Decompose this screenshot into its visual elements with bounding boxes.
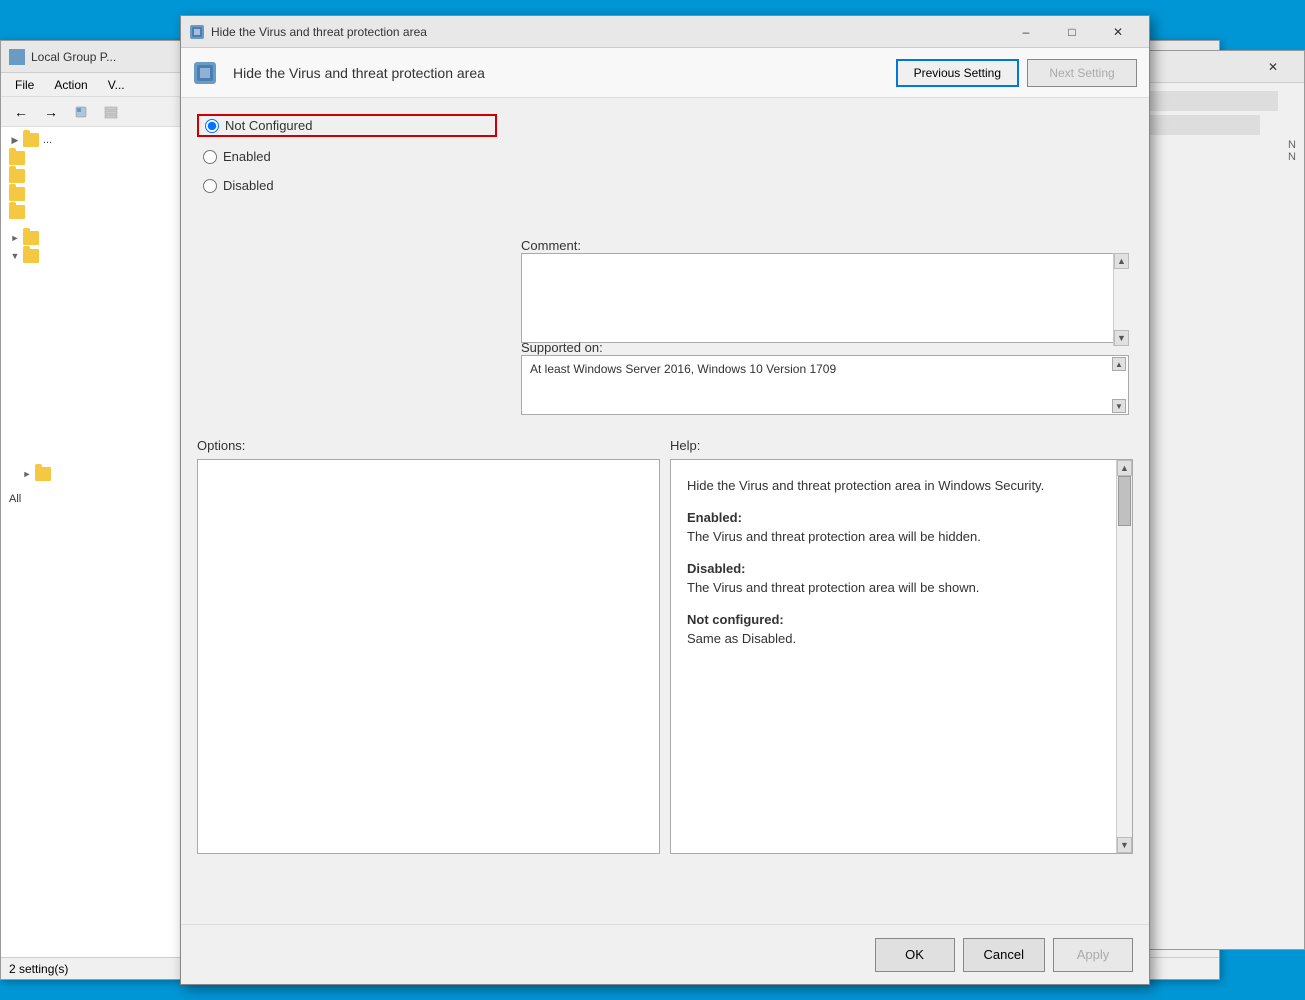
tree-item-8[interactable]: ►	[5, 465, 176, 483]
tree-item-5[interactable]	[5, 203, 176, 221]
help-content: Hide the Virus and threat protection are…	[670, 459, 1133, 854]
tree-item-9[interactable]: All	[5, 491, 176, 507]
dialog-titlebar: Hide the Virus and threat protection are…	[181, 16, 1149, 48]
help-scrollbar: ▲ ▼	[1116, 460, 1132, 853]
dialog-title: Hide the Virus and threat protection are…	[211, 25, 1003, 39]
dialog-maximize-button[interactable]: □	[1049, 18, 1095, 46]
tree-item-6[interactable]: ►	[5, 229, 176, 247]
not-configured-label: Not Configured	[225, 118, 312, 133]
supported-label: Supported on:	[521, 340, 603, 355]
next-setting-button: Next Setting	[1027, 59, 1137, 87]
comment-scroll-up[interactable]: ▲	[1114, 253, 1129, 269]
supported-box: At least Windows Server 2016, Windows 10…	[521, 355, 1129, 415]
not-configured-option[interactable]: Not Configured	[197, 114, 497, 137]
options-content	[197, 459, 660, 854]
tree-item-3[interactable]	[5, 167, 176, 185]
tree-item-4[interactable]	[5, 185, 176, 203]
help-line6: Not configured:	[687, 612, 784, 627]
dialog-minimize-button[interactable]: –	[1003, 18, 1049, 46]
dialog-close-button[interactable]: ✕	[1095, 18, 1141, 46]
help-scroll-track[interactable]	[1117, 476, 1132, 837]
bg-window-icon	[9, 49, 25, 65]
help-line7: Same as Disabled.	[687, 631, 796, 646]
options-help-section: Options: Help: Hide the Virus and threat…	[197, 438, 1133, 854]
radio-section: Not Configured Enabled Disabled	[197, 114, 497, 195]
toolbar-up-button[interactable]	[67, 99, 95, 125]
prev-setting-button[interactable]: Previous Setting	[896, 59, 1019, 87]
supported-scroll-up[interactable]: ▲	[1112, 357, 1126, 371]
ok-button[interactable]: OK	[875, 938, 955, 972]
supported-value: At least Windows Server 2016, Windows 10…	[530, 362, 1120, 376]
comment-label: Comment:	[521, 238, 581, 253]
help-line1: Hide the Virus and threat protection are…	[687, 478, 1044, 493]
folder-icon-6	[23, 231, 39, 245]
expand-icon-7: ▼	[9, 250, 21, 262]
dialog-footer: OK Cancel Apply	[181, 924, 1149, 984]
bg2-close-button[interactable]: ✕	[1250, 53, 1296, 81]
dialog-header-title: Hide the Virus and threat protection are…	[233, 65, 886, 81]
help-label: Help:	[670, 438, 1133, 453]
folder-icon-3	[9, 169, 25, 183]
folder-icon-5	[9, 205, 25, 219]
folder-icon-4	[9, 187, 25, 201]
comment-scroll-track[interactable]	[1114, 269, 1129, 330]
menu-action[interactable]: Action	[46, 76, 95, 94]
tree-item-2[interactable]	[5, 149, 176, 167]
dialog-controls: – □ ✕	[1003, 18, 1141, 46]
help-scroll-thumb	[1118, 476, 1131, 526]
disabled-radio[interactable]	[203, 179, 217, 193]
enabled-label: Enabled	[223, 149, 271, 164]
supported-scroll-down[interactable]: ▼	[1112, 399, 1126, 413]
expand-icon-1: ▶	[9, 134, 21, 146]
help-text: Hide the Virus and threat protection are…	[687, 476, 1116, 649]
cancel-button[interactable]: Cancel	[963, 938, 1045, 972]
options-panel: Options:	[197, 438, 660, 854]
dialog-header-buttons: Previous Setting Next Setting	[896, 59, 1137, 87]
disabled-option[interactable]: Disabled	[197, 176, 497, 195]
help-line5: The Virus and threat protection area wil…	[687, 580, 979, 595]
help-line4: Disabled:	[687, 561, 746, 576]
apply-button[interactable]: Apply	[1053, 938, 1133, 972]
tree-label-1: ...	[43, 134, 52, 146]
help-line2: Enabled:	[687, 510, 742, 525]
expand-icon-8: ►	[21, 468, 33, 480]
not-configured-radio[interactable]	[205, 119, 219, 133]
tree-item-7[interactable]: ▼	[5, 247, 176, 265]
folder-icon-7	[23, 249, 39, 263]
tree-label-all: All	[9, 493, 21, 505]
toolbar-back-button[interactable]: ←	[7, 99, 35, 125]
comment-scrollbar: ▲ ▼	[1113, 253, 1129, 346]
status-text: 2 setting(s)	[9, 962, 68, 976]
folder-icon-2	[9, 151, 25, 165]
menu-view[interactable]: V...	[100, 76, 133, 94]
tree-item-1[interactable]: ▶ ...	[5, 131, 176, 149]
options-label: Options:	[197, 438, 660, 453]
menu-file[interactable]: File	[7, 76, 42, 94]
enabled-radio[interactable]	[203, 150, 217, 164]
enabled-option[interactable]: Enabled	[197, 147, 497, 166]
folder-icon-1	[23, 133, 39, 147]
main-dialog: Hide the Virus and threat protection are…	[180, 15, 1150, 985]
dialog-titlebar-icon	[189, 24, 205, 40]
dialog-header: Hide the Virus and threat protection are…	[181, 48, 1149, 98]
folder-icon-8	[35, 467, 51, 481]
toolbar-view-button[interactable]	[97, 99, 125, 125]
dialog-header-icon	[193, 61, 217, 85]
toolbar-forward-button[interactable]: →	[37, 99, 65, 125]
supported-section: Supported on: At least Windows Server 20…	[521, 340, 1129, 415]
bg-tree: ▶ ... ► ▼	[1, 127, 181, 975]
help-scroll-down[interactable]: ▼	[1117, 837, 1132, 853]
help-panel: Help: Hide the Virus and threat protecti…	[670, 438, 1133, 854]
comment-textarea[interactable]	[521, 253, 1129, 343]
expand-icon-6: ►	[9, 232, 21, 244]
disabled-label: Disabled	[223, 178, 274, 193]
dialog-body: Not Configured Enabled Disabled Comment:…	[181, 98, 1149, 924]
comment-section: Comment: ▲ ▼	[521, 238, 1129, 346]
help-line3: The Virus and threat protection area wil…	[687, 529, 981, 544]
help-scroll-up[interactable]: ▲	[1117, 460, 1132, 476]
